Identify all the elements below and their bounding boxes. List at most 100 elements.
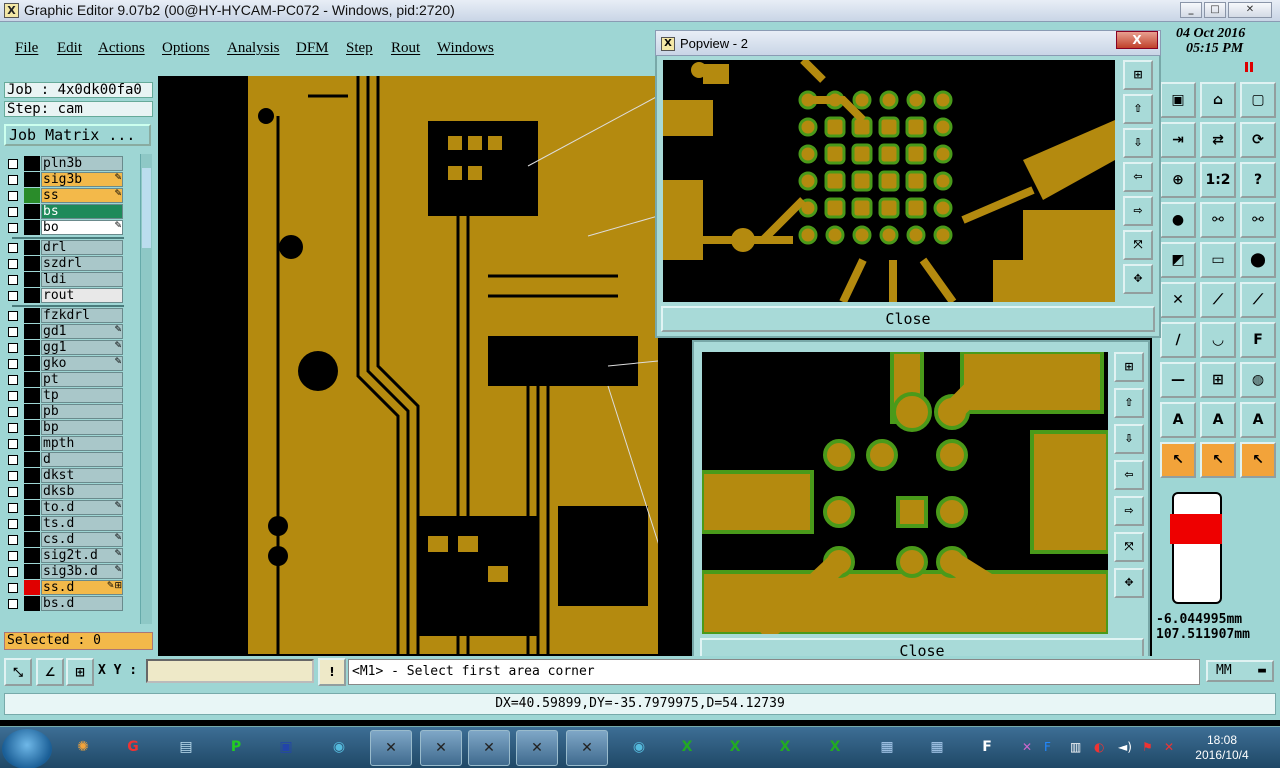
tool-window-icon[interactable]: ▣ xyxy=(1160,82,1196,118)
layer-name[interactable]: gd1 xyxy=(41,324,123,339)
taskbar-shell-icon[interactable]: ✺ xyxy=(62,730,104,766)
angle-icon[interactable]: A xyxy=(1160,402,1196,438)
layer-name[interactable]: ss xyxy=(41,188,123,203)
layer-row[interactable]: fzkdrl xyxy=(4,308,126,323)
layer-name[interactable]: rout xyxy=(41,288,123,303)
home-icon[interactable]: ⌂ xyxy=(1200,82,1236,118)
layer-name[interactable]: ldi xyxy=(41,272,123,287)
layer-name[interactable]: cs.d xyxy=(41,532,123,547)
layer-row[interactable]: tp xyxy=(4,388,126,403)
layer-checkbox[interactable] xyxy=(8,291,18,301)
tray-flag-icon[interactable]: ⚑ xyxy=(1142,740,1153,754)
shapes-icon[interactable]: ◍ xyxy=(1240,362,1276,398)
move-icon[interactable]: ⇥ xyxy=(1160,122,1196,158)
layer-name[interactable]: bs.d xyxy=(41,596,123,611)
layer-checkbox[interactable] xyxy=(8,583,18,593)
layer-color-swatch[interactable] xyxy=(24,172,40,187)
popview-2-down-icon[interactable]: ⇩ xyxy=(1114,424,1144,454)
layer-name[interactable]: sig2t.d xyxy=(41,548,123,563)
layer-checkbox[interactable] xyxy=(8,471,18,481)
window-close-button[interactable]: ✕ xyxy=(1228,2,1272,18)
layer-color-swatch[interactable] xyxy=(24,516,40,531)
popview-2-fit-icon[interactable]: ⤧ xyxy=(1114,532,1144,562)
popview-1-x-button[interactable]: X xyxy=(1116,31,1158,49)
taskbar-notepad-icon[interactable]: ▤ xyxy=(165,730,207,766)
layer-color-swatch[interactable] xyxy=(24,372,40,387)
menu-file[interactable]: File xyxy=(15,40,38,57)
layer-color-swatch[interactable] xyxy=(24,484,40,499)
taskbar-eye2-icon[interactable]: ◉ xyxy=(618,730,660,766)
taskbar-g-icon[interactable]: G xyxy=(112,730,154,766)
arc-icon[interactable]: ◡ xyxy=(1200,322,1236,358)
taskbar-image-icon-2[interactable]: ▦ xyxy=(916,730,958,766)
layer-checkbox[interactable] xyxy=(8,599,18,609)
layer-list-scrollbar[interactable] xyxy=(140,154,152,624)
layer-row[interactable]: pb xyxy=(4,404,126,419)
layer-name[interactable]: gg1 xyxy=(41,340,123,355)
tray-warning-icon[interactable]: ✕ xyxy=(1164,740,1174,754)
layer-name[interactable]: d xyxy=(41,452,123,467)
layer-color-swatch[interactable] xyxy=(24,188,40,203)
taskbar-editor-window-4[interactable]: ✕ xyxy=(516,730,558,766)
swap-icon[interactable]: ⇄ xyxy=(1200,122,1236,158)
layer-color-swatch[interactable] xyxy=(24,220,40,235)
layer-color-swatch[interactable] xyxy=(24,404,40,419)
layer-name[interactable]: tp xyxy=(41,388,123,403)
popview-1-fit-icon[interactable]: ⤧ xyxy=(1123,230,1153,260)
layer-color-swatch[interactable] xyxy=(24,564,40,579)
net-icon[interactable]: ⚯ xyxy=(1200,202,1236,238)
layer-checkbox[interactable] xyxy=(8,551,18,561)
layer-checkbox[interactable] xyxy=(8,391,18,401)
popview-2-canvas[interactable] xyxy=(702,352,1108,634)
layer-row[interactable]: ss.d ✎⊞ xyxy=(4,580,126,595)
taskbar-excel-icon-1[interactable]: X xyxy=(666,730,708,766)
layer-checkbox[interactable] xyxy=(8,175,18,185)
layer-row[interactable]: rout xyxy=(4,288,126,303)
layer-checkbox[interactable] xyxy=(8,503,18,513)
minimize-button[interactable]: _ xyxy=(1180,2,1202,18)
zoom-icon[interactable]: ⊕ xyxy=(1160,162,1196,198)
xy-input[interactable] xyxy=(146,659,314,683)
layer-color-swatch[interactable] xyxy=(24,288,40,303)
layer-row[interactable]: bs xyxy=(4,204,126,219)
layer-color-swatch[interactable] xyxy=(24,452,40,467)
pad-icon[interactable]: ⬤ xyxy=(1240,242,1276,278)
popview-2-left-icon[interactable]: ⇦ xyxy=(1114,460,1144,490)
layer-name[interactable]: bo xyxy=(41,220,123,235)
menu-windows[interactable]: Windows xyxy=(437,40,494,57)
layer-name[interactable]: dksb xyxy=(41,484,123,499)
scale-icon[interactable]: 1:2 xyxy=(1200,162,1236,198)
popview-1-up-icon[interactable]: ⇧ xyxy=(1123,94,1153,124)
popview-1-canvas[interactable] xyxy=(663,60,1115,302)
layer-checkbox[interactable] xyxy=(8,343,18,353)
delete-icon[interactable]: ✕ xyxy=(1160,282,1196,318)
layer-checkbox[interactable] xyxy=(8,191,18,201)
alert-icon[interactable]: ! xyxy=(318,658,346,686)
pause-icon[interactable] xyxy=(1245,62,1253,72)
layer-checkbox[interactable] xyxy=(8,259,18,269)
layer-row[interactable]: ss ✎ xyxy=(4,188,126,203)
layer-name[interactable]: pt xyxy=(41,372,123,387)
layer-color-swatch[interactable] xyxy=(24,324,40,339)
layer-checkbox[interactable] xyxy=(8,519,18,529)
layer-checkbox[interactable] xyxy=(8,275,18,285)
menu-dfm[interactable]: DFM xyxy=(296,40,329,57)
scrollbar-thumb[interactable] xyxy=(142,168,151,248)
taskbar-editor-window-5[interactable]: ✕ xyxy=(566,730,608,766)
frame-icon[interactable]: ▢ xyxy=(1240,82,1276,118)
layer-checkbox[interactable] xyxy=(8,327,18,337)
taskbar-excel-icon-4[interactable]: X xyxy=(814,730,856,766)
layer-row[interactable]: szdrl xyxy=(4,256,126,271)
text-icon[interactable]: F xyxy=(1240,322,1276,358)
component-icon[interactable]: ⊞ xyxy=(1200,362,1236,398)
layer-checkbox[interactable] xyxy=(8,375,18,385)
snap-angle-icon[interactable]: ∠ xyxy=(36,658,64,686)
popview-2-up-icon[interactable]: ⇧ xyxy=(1114,388,1144,418)
taskbar-image-icon-1[interactable]: ▦ xyxy=(866,730,908,766)
layer-name[interactable]: fzkdrl xyxy=(41,308,123,323)
layer-name[interactable]: szdrl xyxy=(41,256,123,271)
ruler-icon[interactable]: ▭ xyxy=(1200,242,1236,278)
layer-row[interactable]: sig3b ✎ xyxy=(4,172,126,187)
taskbar-editor-window-2[interactable]: ✕ xyxy=(420,730,462,766)
popview-2-right-icon[interactable]: ⇨ xyxy=(1114,496,1144,526)
